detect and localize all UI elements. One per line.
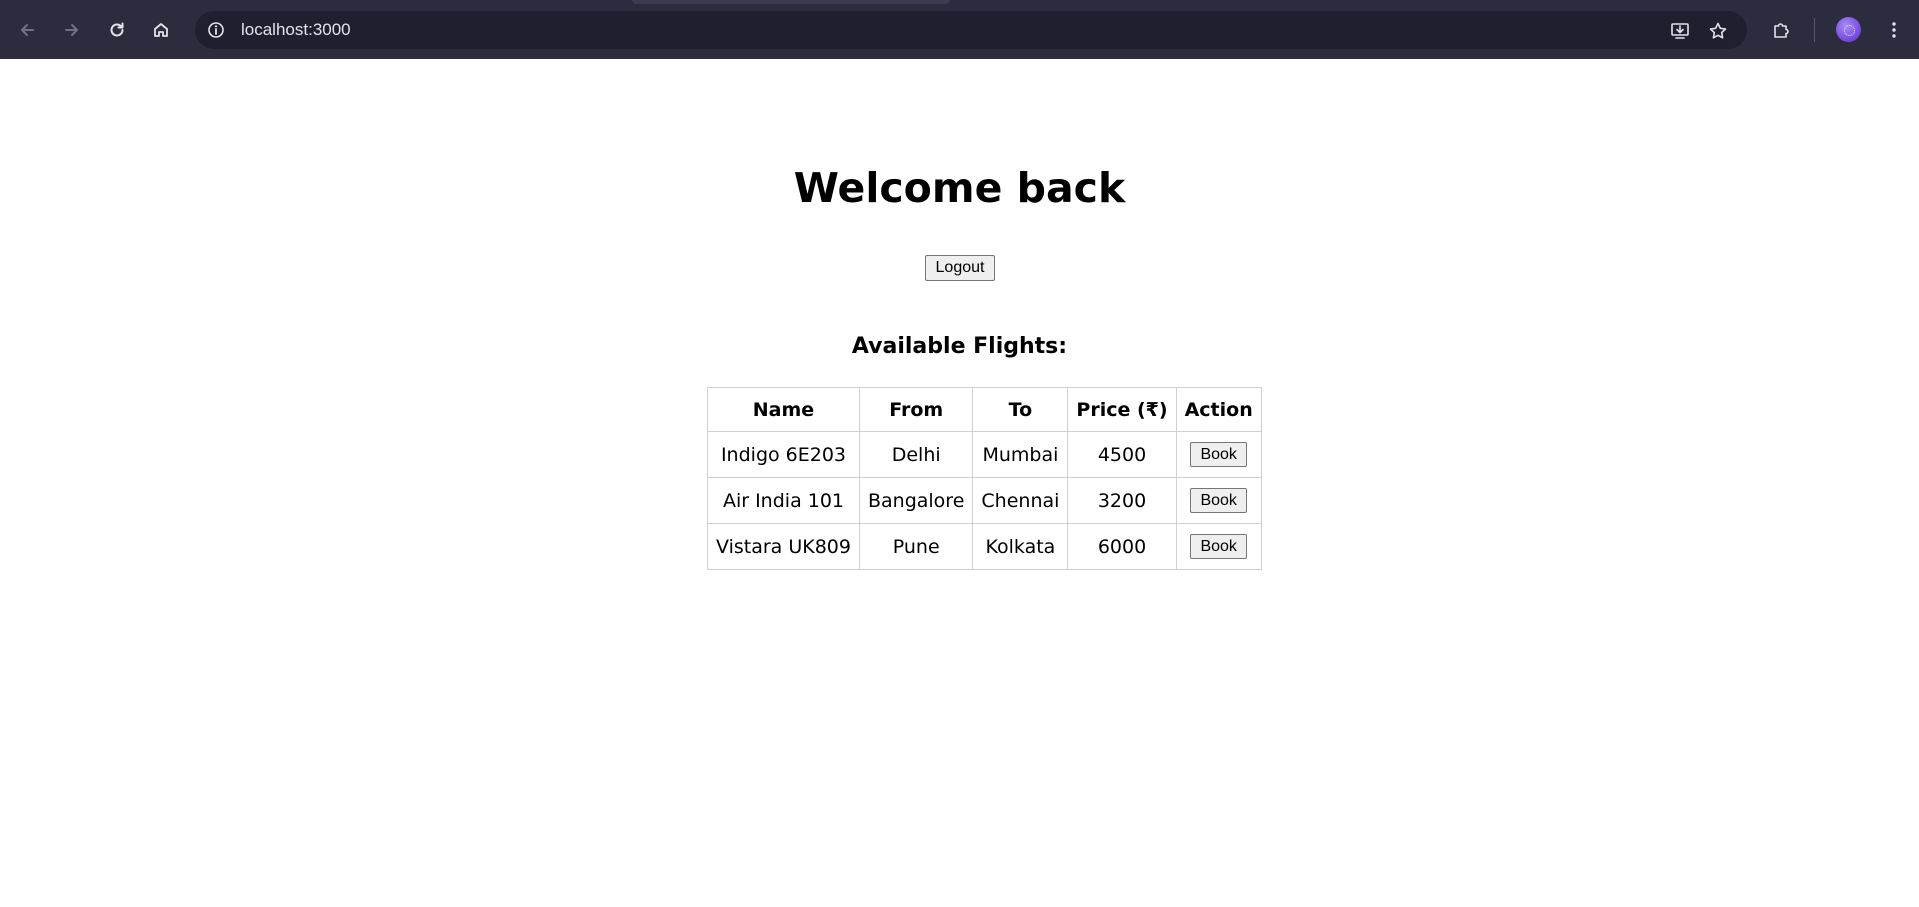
profile-avatar[interactable] — [1836, 17, 1861, 42]
tab-strip — [0, 0, 1919, 9]
forward-button[interactable] — [56, 14, 88, 46]
flight-from-cell: Delhi — [858, 431, 974, 478]
column-header-price: Price (₹) — [1067, 387, 1177, 432]
flight-to-cell: Mumbai — [972, 431, 1069, 478]
site-info-icon[interactable] — [206, 20, 226, 40]
back-icon — [18, 21, 36, 39]
browser-toolbar: localhost:3000 — [0, 0, 1919, 59]
table-row: Indigo 6E203 Delhi Mumbai 4500 Book — [707, 431, 1262, 478]
bookmark-star-icon[interactable] — [1707, 20, 1729, 42]
flight-name-cell: Air India 101 — [707, 477, 860, 524]
column-header-to: To — [972, 387, 1069, 432]
install-app-icon[interactable] — [1669, 20, 1691, 42]
active-tab-indicator[interactable] — [632, 0, 950, 4]
table-header-row: Name From To Price (₹) Action — [707, 387, 1262, 432]
flights-table: Name From To Price (₹) Action Indigo 6E2… — [707, 387, 1262, 570]
flight-from-cell: Bangalore — [858, 477, 974, 524]
home-icon — [152, 21, 170, 39]
flight-price-cell: 4500 — [1067, 431, 1177, 478]
table-row: Air India 101 Bangalore Chennai 3200 Boo… — [707, 477, 1262, 524]
column-header-name: Name — [707, 387, 860, 432]
flight-action-cell: Book — [1175, 477, 1262, 524]
back-button[interactable] — [11, 14, 43, 46]
home-button[interactable] — [145, 14, 177, 46]
flight-from-cell: Pune — [858, 523, 974, 570]
page-title: Welcome back — [793, 164, 1126, 212]
menu-kebab-icon[interactable] — [1883, 19, 1905, 41]
reload-icon — [108, 21, 126, 39]
column-header-from: From — [858, 387, 974, 432]
reload-button[interactable] — [101, 14, 133, 46]
flight-action-cell: Book — [1175, 523, 1262, 570]
section-heading: Available Flights: — [851, 334, 1068, 359]
flight-price-cell: 3200 — [1067, 477, 1177, 524]
book-button[interactable]: Book — [1190, 488, 1248, 514]
url-text[interactable]: localhost:3000 — [241, 20, 351, 40]
book-button[interactable]: Book — [1190, 442, 1248, 468]
flight-to-cell: Chennai — [972, 477, 1069, 524]
column-header-action: Action — [1175, 387, 1262, 432]
toolbar-divider — [1814, 18, 1815, 42]
book-button[interactable]: Book — [1190, 534, 1248, 560]
table-row: Vistara UK809 Pune Kolkata 6000 Book — [707, 523, 1262, 570]
flight-name-cell: Indigo 6E203 — [707, 431, 860, 478]
forward-icon — [63, 21, 81, 39]
page-content: Welcome back Logout Available Flights: N… — [0, 59, 1919, 907]
logout-button[interactable]: Logout — [925, 255, 995, 281]
extensions-icon[interactable] — [1770, 19, 1792, 41]
flight-name-cell: Vistara UK809 — [707, 523, 860, 570]
flight-to-cell: Kolkata — [972, 523, 1069, 570]
flight-action-cell: Book — [1175, 431, 1262, 478]
flight-price-cell: 6000 — [1067, 523, 1177, 570]
address-bar[interactable]: localhost:3000 — [195, 11, 1747, 49]
